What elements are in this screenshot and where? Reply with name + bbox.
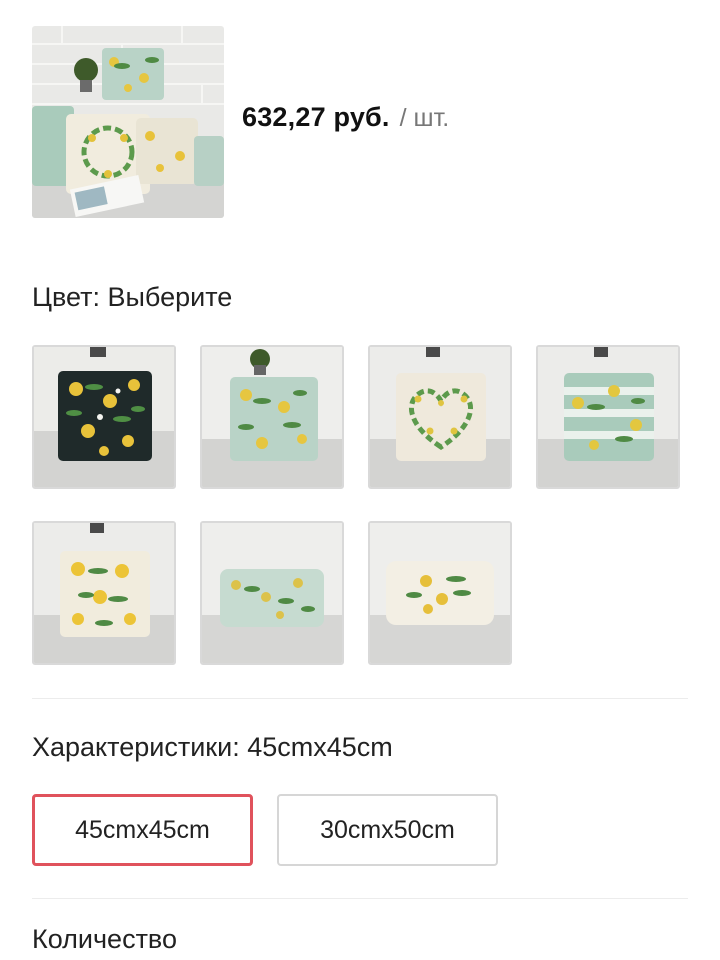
price-block: 632,27 руб. / шт.: [242, 102, 449, 133]
divider: [32, 698, 688, 699]
quantity-title: Количество: [32, 924, 177, 954]
color-option-7[interactable]: [368, 521, 512, 665]
color-option-1[interactable]: [32, 345, 176, 489]
color-option-4[interactable]: [536, 345, 680, 489]
price-unit: / шт.: [399, 103, 450, 132]
product-header: 632,27 руб. / шт.: [32, 26, 449, 218]
color-option-6[interactable]: [200, 521, 344, 665]
lemon-bolster-mint-icon: [202, 523, 342, 663]
color-title: Цвет: Выберите: [32, 282, 233, 312]
cushion-photo-icon: [32, 26, 224, 218]
lemon-cushion-mint-icon: [202, 347, 342, 487]
divider: [32, 898, 688, 899]
lemon-cushion-cream-icon: [34, 523, 174, 663]
size-option-30x50[interactable]: 30cmx50cm: [277, 794, 498, 866]
color-option-3[interactable]: [368, 345, 512, 489]
lemon-cushion-stripes-icon: [538, 347, 678, 487]
lemon-wreath-cushion-icon: [370, 347, 510, 487]
color-option-2[interactable]: [200, 345, 344, 489]
size-title: Характеристики: 45cmx45cm: [32, 732, 393, 762]
lemon-bolster-cream-icon: [370, 523, 510, 663]
product-image[interactable]: [32, 26, 224, 218]
lemon-cushion-navy-icon: [34, 347, 174, 487]
size-option-45x45[interactable]: 45cmx45cm: [32, 794, 253, 866]
price: 632,27 руб.: [242, 101, 390, 132]
color-option-5[interactable]: [32, 521, 176, 665]
